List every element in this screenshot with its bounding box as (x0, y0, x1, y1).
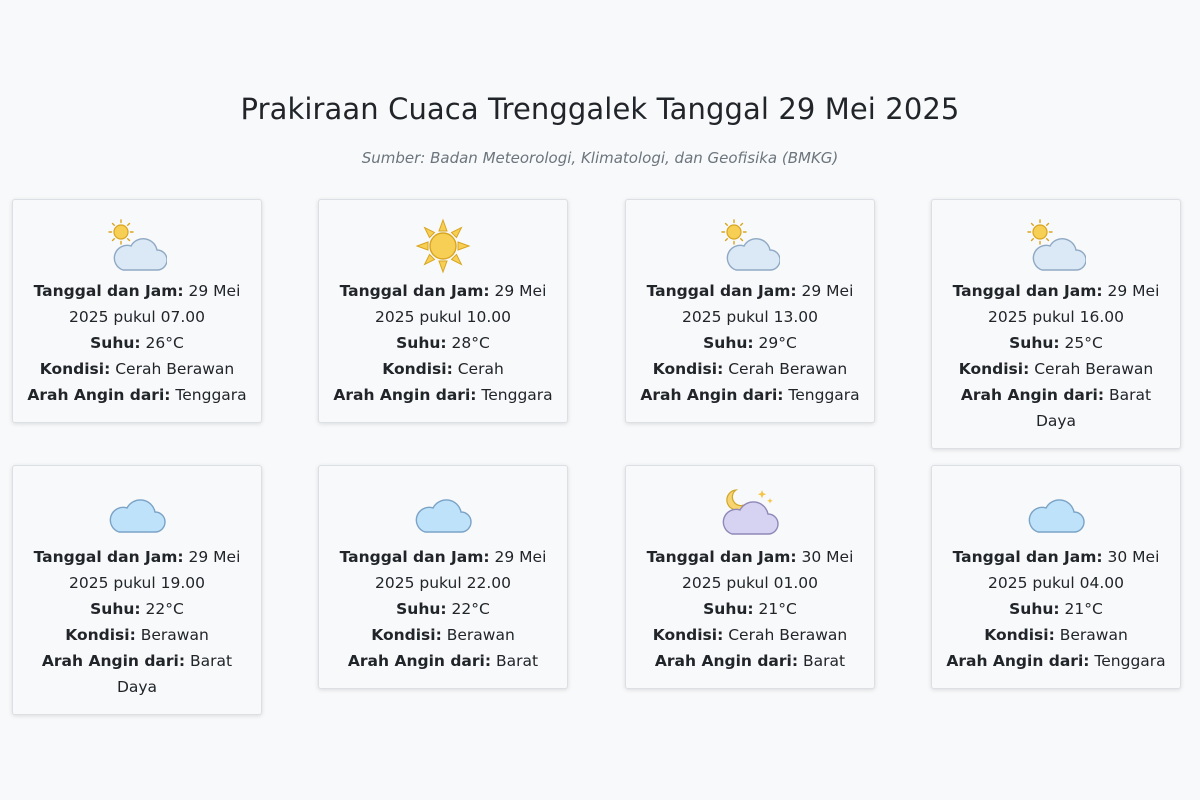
wind-value: Barat (802, 652, 846, 670)
condition-value: Berawan (446, 626, 515, 644)
wind-value: Barat (495, 652, 539, 670)
forecast-card: Tanggal dan Jam: 30 Mei 2025 pukul 04.00… (931, 465, 1181, 689)
temperature-value: 21°C (758, 600, 797, 618)
temperature-value: 28°C (451, 334, 490, 352)
wind-value: Tenggara (481, 386, 553, 404)
forecast-card: Tanggal dan Jam: 29 Mei 2025 pukul 13.00… (625, 199, 875, 423)
cloud-icon (109, 499, 166, 533)
partly-cloudy-day-icon (108, 219, 167, 271)
sun-icon (415, 218, 471, 274)
temperature-value: 21°C (1064, 600, 1103, 618)
condition-value: Cerah (457, 360, 504, 378)
forecast-card: Tanggal dan Jam: 29 Mei 2025 pukul 19.00… (12, 465, 262, 715)
temperature-value: 22°C (145, 600, 184, 618)
condition-value: Berawan (140, 626, 209, 644)
wind-value: Tenggara (175, 386, 247, 404)
cloud-icon (1028, 499, 1085, 533)
partly-cloudy-night-icon (722, 489, 779, 535)
temperature-value: 22°C (451, 600, 490, 618)
forecast-card: Tanggal dan Jam: 29 Mei 2025 pukul 22.00… (318, 465, 568, 689)
temperature-value: 25°C (1064, 334, 1103, 352)
condition-value: Cerah Berawan (1034, 360, 1154, 378)
forecast-card: Tanggal dan Jam: 29 Mei 2025 pukul 10.00… (318, 199, 568, 423)
temperature-value: 29°C (758, 334, 797, 352)
page-title: Prakiraan Cuaca Trenggalek Tanggal 29 Me… (240, 92, 960, 126)
condition-value: Cerah Berawan (728, 360, 848, 378)
condition-value: Cerah Berawan (115, 360, 235, 378)
wind-value: Tenggara (1094, 652, 1166, 670)
cloud-icon (415, 499, 472, 533)
forecast-card: Tanggal dan Jam: 29 Mei 2025 pukul 16.00… (931, 199, 1181, 449)
partly-cloudy-day-icon (1027, 219, 1086, 271)
forecast-card: Tanggal dan Jam: 30 Mei 2025 pukul 01.00… (625, 465, 875, 689)
condition-value: Cerah Berawan (728, 626, 848, 644)
forecast-card: Tanggal dan Jam: 29 Mei 2025 pukul 07.00… (12, 199, 262, 423)
partly-cloudy-day-icon (721, 219, 780, 271)
weather-page: Prakiraan Cuaca Trenggalek Tanggal 29 Me… (0, 0, 1200, 800)
wind-value: Tenggara (788, 386, 860, 404)
temperature-value: 26°C (145, 334, 184, 352)
condition-value: Berawan (1059, 626, 1128, 644)
source-caption: Sumber: Badan Meteorologi, Klimatologi, … (361, 149, 839, 167)
